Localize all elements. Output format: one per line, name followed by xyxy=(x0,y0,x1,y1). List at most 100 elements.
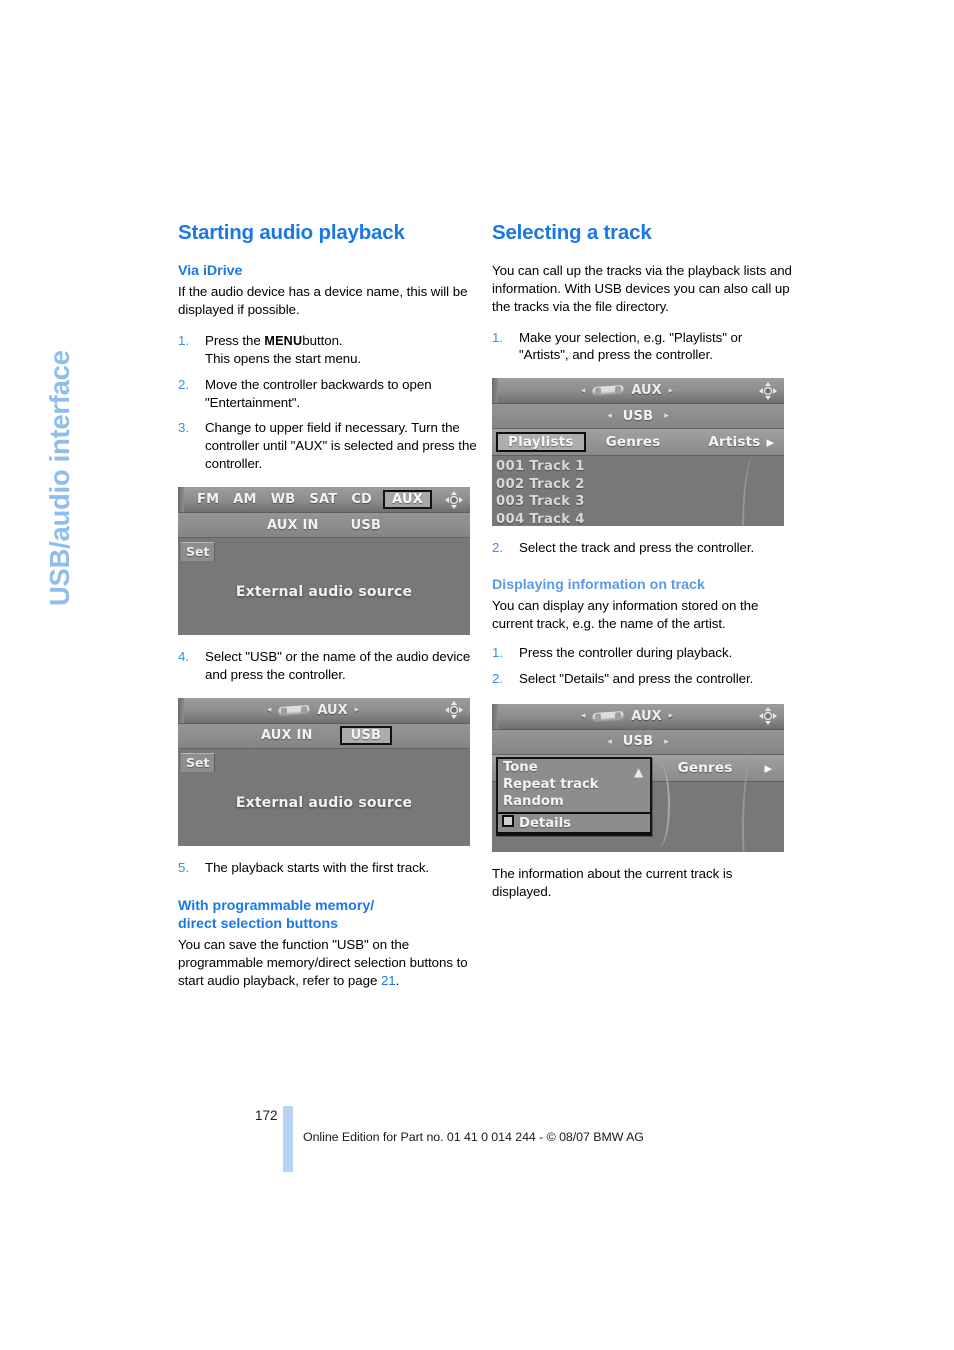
menu-item-details-label: Details xyxy=(519,815,571,831)
right-arrow-icon[interactable]: ▸ xyxy=(669,386,674,396)
subtab-usb[interactable]: USB xyxy=(618,733,658,750)
menu-item-random[interactable]: Random xyxy=(498,793,650,810)
tab-fm[interactable]: FM xyxy=(194,491,222,508)
list-item: 4. Select "USB" or the name of the audio… xyxy=(178,648,480,684)
right-arrow-icon[interactable]: ▸ xyxy=(669,711,674,721)
figure-code xyxy=(470,571,478,633)
menu-item-details[interactable]: Details xyxy=(498,811,650,834)
aux-header: ◂ AUX ▸ xyxy=(498,709,756,724)
footer-imprint: Online Edition for Part no. 01 41 0 014 … xyxy=(303,1130,644,1144)
left-arrow-icon[interactable]: ◂ xyxy=(607,411,612,421)
list-item[interactable]: 003 Track 3 xyxy=(496,493,585,510)
left-arrow-icon[interactable]: ◂ xyxy=(267,705,272,715)
figure-details-popup-screen: ◂ AUX ▸ ◂ USB ▸ ylists xyxy=(492,703,793,852)
subheading-displaying-info: Displaying information on track xyxy=(492,577,705,594)
step-number: 1. xyxy=(178,332,189,348)
subtab-aux-in[interactable]: AUX IN xyxy=(262,517,324,534)
idrive-tab-bar: FM AM WB SAT CD AUX xyxy=(178,487,470,514)
right-arrow-icon[interactable]: ▸ xyxy=(664,411,669,421)
subheading-via-idrive: Via iDrive xyxy=(178,262,243,279)
step-text: Select "USB" or the name of the audio de… xyxy=(205,649,471,682)
tab-wb[interactable]: WB xyxy=(268,491,299,508)
checkbox-icon[interactable] xyxy=(502,814,514,827)
step-number: 2. xyxy=(492,671,503,686)
step-number: 1. xyxy=(492,329,503,345)
idrive-subtab-bar: AUX IN USB xyxy=(178,723,470,749)
more-categories-arrow-icon[interactable]: ▸ xyxy=(764,759,778,777)
intro-paragraph: You can call up the tracks via the playb… xyxy=(492,262,792,314)
idrive-tab-bar: ◂ AUX ▸ xyxy=(178,697,470,724)
subtab-aux-in[interactable]: AUX IN xyxy=(256,727,318,744)
page-number: 172 xyxy=(255,1108,278,1123)
steps-list-idrive: 1. Press the MENUbutton. This opens the … xyxy=(178,332,480,473)
subtab-usb[interactable]: USB xyxy=(346,517,386,534)
left-arrow-icon[interactable]: ◂ xyxy=(581,711,586,721)
idrive-content-area: ylists Genres ▸ 004 Track 4 ▲ Tone Repea… xyxy=(492,754,784,852)
idrive-content-area: Set External audio source xyxy=(178,538,470,636)
step-number: 2. xyxy=(178,376,189,392)
tab-cd[interactable]: CD xyxy=(348,491,375,508)
idrive-tab-bar: ◂ AUX ▸ xyxy=(492,378,784,405)
source-tab-row: FM AM WB SAT CD AUX xyxy=(184,487,442,512)
more-categories-arrow-icon[interactable]: ▸ xyxy=(766,433,780,451)
right-arrow-icon[interactable]: ▸ xyxy=(355,705,360,715)
step-text: Make your selection, e.g. "Playlists" or… xyxy=(519,329,743,363)
step-text-after: button. xyxy=(302,332,343,348)
menu-item-repeat-track[interactable]: Repeat track xyxy=(498,776,650,793)
idrive-tab-bar: ◂ AUX ▸ xyxy=(492,703,784,730)
page-reference-link[interactable]: 21 xyxy=(381,973,396,988)
closing-text-end: . xyxy=(395,972,400,988)
aux-header-label: AUX xyxy=(317,702,348,718)
idrive-content-area: Set External audio source xyxy=(178,748,470,846)
page-title: Starting audio playback xyxy=(178,221,405,244)
steps-list-selecting-2: 2. Select the track and press the contro… xyxy=(492,539,794,557)
left-column: Starting audio playback Via iDrive If th… xyxy=(178,221,480,1003)
tab-sat[interactable]: SAT xyxy=(306,491,340,508)
subtab-usb[interactable]: USB xyxy=(339,726,393,746)
list-item[interactable]: 001 Track 1 xyxy=(496,458,585,475)
popup-arc-decoration xyxy=(648,762,670,847)
right-arrow-icon[interactable]: ▸ xyxy=(664,737,669,747)
step-number: 2. xyxy=(492,540,503,556)
intro-paragraph: If the audio device has a device name, t… xyxy=(178,284,468,317)
step-text: Select "Details" and press the controlle… xyxy=(519,671,754,686)
step-text-line2: This opens the start menu. xyxy=(205,350,362,366)
list-item: 2. Move the controller backwards to open… xyxy=(178,376,480,412)
page-footer: 172 Online Edition for Part no. 01 41 0 … xyxy=(0,1100,954,1172)
aux-header-label: AUX xyxy=(631,708,662,724)
external-source-label: External audio source xyxy=(235,584,413,601)
set-button[interactable]: Set xyxy=(181,542,216,562)
section-title-selecting-track: Selecting a track xyxy=(492,221,652,244)
intro-paragraph-2: You can display any information stored o… xyxy=(492,598,759,632)
figure-code xyxy=(784,788,792,850)
list-item[interactable]: 004 Track 4 xyxy=(496,511,585,527)
controller-icon xyxy=(756,705,780,727)
list-item[interactable]: 002 Track 2 xyxy=(496,476,585,493)
idrive-subtab-bar: AUX IN USB xyxy=(178,513,470,539)
tab-aux[interactable]: AUX xyxy=(383,490,432,510)
left-arrow-icon[interactable]: ◂ xyxy=(607,737,612,747)
figure-usb-selected-screen: ◂ AUX ▸ AUX IN USB Set External audio so… xyxy=(178,697,479,846)
category-genres[interactable]: Genres xyxy=(600,433,667,451)
controller-icon xyxy=(756,380,780,402)
tab-am[interactable]: AM xyxy=(230,491,259,508)
footer-accent-bar xyxy=(283,1106,293,1172)
category-playlists[interactable]: Playlists xyxy=(496,432,586,453)
external-source-label: External audio source xyxy=(235,794,413,811)
set-button[interactable]: Set xyxy=(181,752,216,772)
subtab-usb[interactable]: USB xyxy=(618,408,658,425)
step-text: Select the track and press the controlle… xyxy=(519,540,755,556)
closing-text: You can save the function "USB" on the p… xyxy=(178,937,468,988)
scroll-up-caret-icon[interactable]: ▲ xyxy=(634,765,643,779)
idrive-content-area: 001 Track 1 002 Track 2 003 Track 3 004 … xyxy=(492,456,784,527)
menu-key-label: MENU xyxy=(264,333,303,348)
figure-playlists-screen: ◂ AUX ▸ ◂ USB ▸ Playlists Genres Artists… xyxy=(492,378,793,527)
closing-paragraph: The information about the current track … xyxy=(492,865,733,899)
category-genres[interactable]: Genres xyxy=(672,759,739,777)
idrive-subtab-bar: ◂ USB ▸ xyxy=(492,729,784,755)
menu-item-tone[interactable]: Tone xyxy=(498,759,650,776)
figure-code xyxy=(470,782,478,844)
category-artists[interactable]: Artists xyxy=(702,433,766,451)
left-arrow-icon[interactable]: ◂ xyxy=(581,386,586,396)
idrive-subtab-bar: ◂ USB ▸ xyxy=(492,404,784,430)
